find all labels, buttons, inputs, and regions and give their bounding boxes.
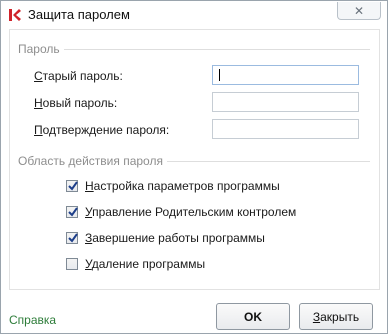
text-caret [219,69,220,81]
old-password-input[interactable] [212,65,359,85]
uninstall-label: Удаление программы [85,257,206,271]
option-settings[interactable]: Настройка параметров программы [66,179,280,193]
parental-control-label: Управление Родительским контролем [85,205,297,219]
window-close-button[interactable]: ✕ [337,2,381,20]
new-password-label: Новый пароль: [34,96,118,110]
close-button[interactable]: Закрыть [299,303,373,330]
password-section-divider [18,49,370,50]
checkmark-icon [68,233,78,243]
checkmark-icon [68,181,78,191]
confirm-password-input[interactable] [212,119,359,139]
confirm-password-label: Подтверждение пароля: [34,123,170,137]
checkmark-icon [68,207,78,217]
dialog-footer: Справка OK Закрыть [1,290,387,333]
dialog-body: Пароль Старый пароль: Новый пароль: Подт… [9,29,380,290]
password-section-heading: Пароль [18,42,64,56]
title-bar[interactable]: Защита паролем ✕ [1,1,387,29]
ok-button[interactable]: OK [216,303,290,330]
parental-control-checkbox[interactable] [66,206,78,218]
help-link[interactable]: Справка [9,313,56,327]
window-title: Защита паролем [28,7,130,22]
exit-program-checkbox[interactable] [66,232,78,244]
old-password-label: Старый пароль: [34,69,123,83]
exit-program-label: Завершение работы программы [85,231,265,245]
option-exit-program[interactable]: Завершение работы программы [66,231,265,245]
settings-label: Настройка параметров программы [85,179,280,193]
new-password-input[interactable] [212,92,359,112]
option-uninstall[interactable]: Удаление программы [66,257,205,271]
settings-checkbox[interactable] [66,180,78,192]
kaspersky-logo-icon [8,8,22,22]
option-parental-control[interactable]: Управление Родительским контролем [66,205,296,219]
uninstall-checkbox[interactable] [66,258,78,270]
close-icon: ✕ [353,3,365,18]
password-protection-dialog: Защита паролем ✕ Пароль Старый пароль: Н… [0,0,388,334]
scope-section-heading: Область действия пароля [18,154,167,168]
